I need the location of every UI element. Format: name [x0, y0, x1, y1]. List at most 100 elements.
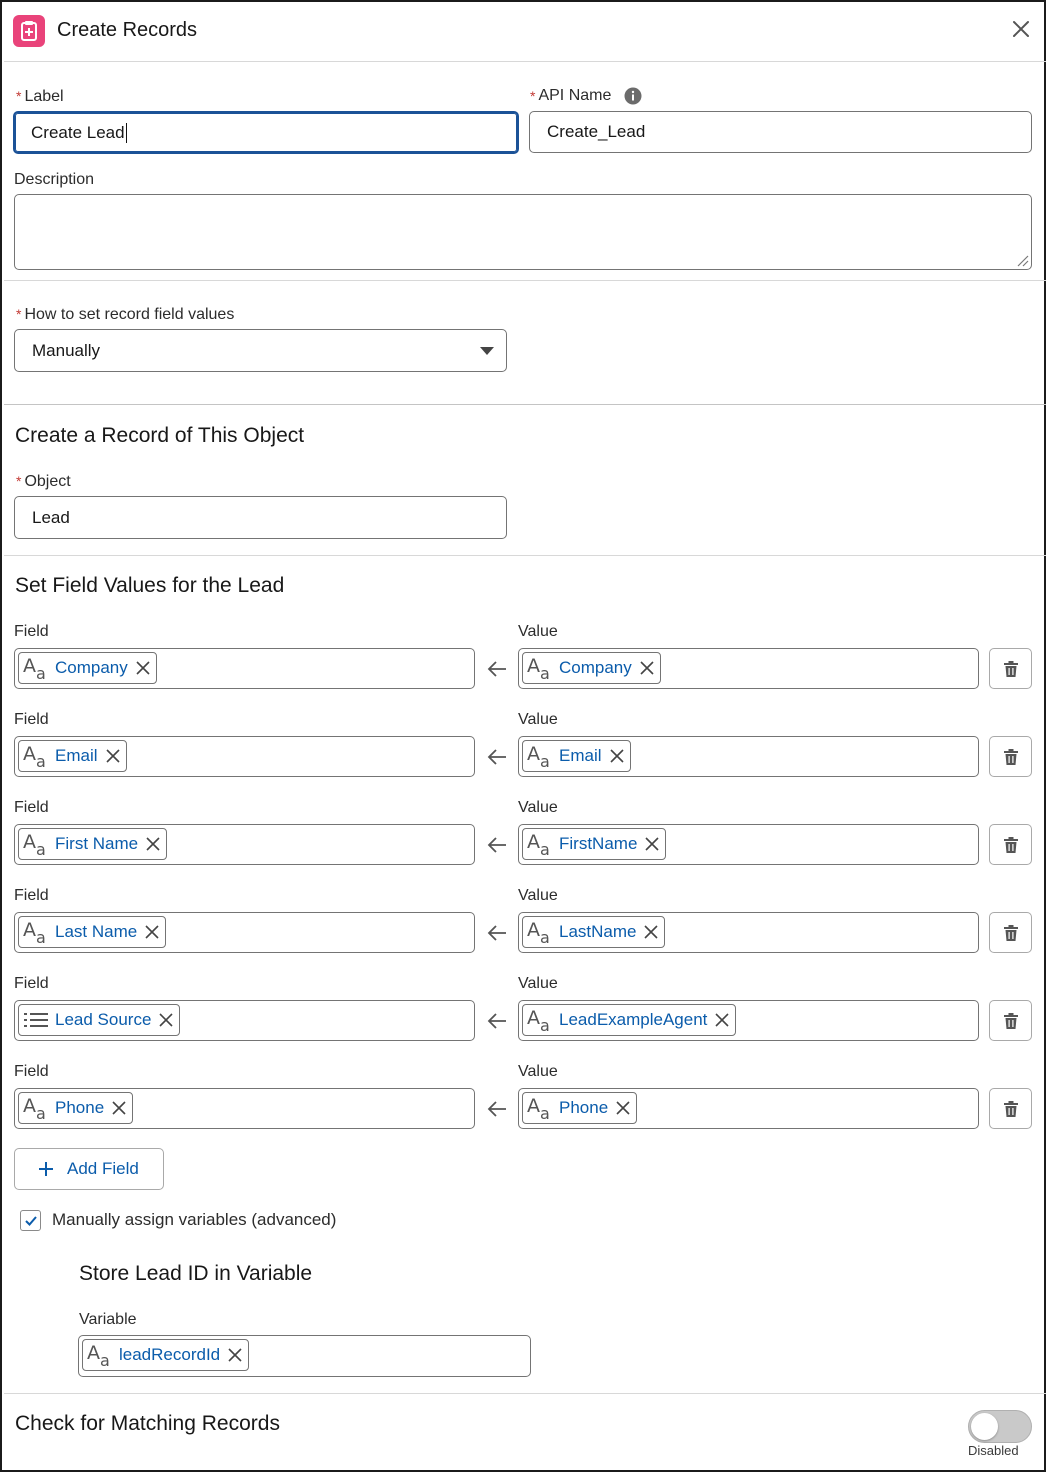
value-pill-label: FirstName [559, 834, 638, 853]
remove-icon[interactable] [145, 925, 159, 939]
value-pill-label: Phone [559, 1098, 609, 1117]
field-pill: Aa First Name [18, 828, 168, 860]
field-label: Field [14, 1063, 49, 1080]
field-input[interactable]: Aa First Name [14, 824, 475, 865]
plus-icon [39, 1162, 53, 1176]
text-type-icon: Aa [527, 1007, 550, 1034]
manual-assign-checkbox[interactable] [20, 1210, 41, 1231]
svg-text:A: A [527, 831, 540, 853]
remove-icon[interactable] [228, 1348, 242, 1362]
field-pill: Lead Source [18, 1004, 181, 1036]
text-type-icon: Aa [23, 919, 46, 946]
value-label: Value [518, 623, 558, 640]
field-input[interactable]: Lead Source [14, 1000, 475, 1041]
remove-icon[interactable] [159, 1013, 173, 1027]
label-input-value: Create Lead [31, 122, 125, 142]
remove-icon[interactable] [644, 925, 659, 939]
remove-icon[interactable] [616, 1101, 630, 1115]
how-to-set-value: Manually [32, 340, 101, 360]
value-pill-label: LeadExampleAgent [559, 1010, 708, 1029]
field-pill: Aa Last Name [18, 916, 167, 948]
delete-row-button[interactable] [989, 648, 1032, 689]
trash-icon [1003, 1012, 1018, 1029]
svg-text:A: A [87, 1342, 100, 1364]
api-name-input-value: Create_Lead [547, 122, 646, 141]
trash-icon [1003, 748, 1018, 765]
delete-row-button[interactable] [989, 736, 1032, 777]
value-label: Value [518, 887, 558, 904]
modal-title: Create Records [57, 19, 198, 41]
close-icon[interactable] [1008, 16, 1034, 42]
value-pill: Aa Email [522, 740, 631, 772]
variable-value: leadRecordId [119, 1345, 221, 1364]
delete-row-button[interactable] [989, 824, 1032, 865]
label-input[interactable]: Create Lead [13, 111, 519, 154]
how-to-set-select[interactable]: Manually [14, 329, 507, 372]
value-input[interactable]: Aa Company [518, 648, 979, 689]
value-input[interactable]: Aa Phone [518, 1088, 979, 1129]
field-input[interactable]: Aa Last Name [14, 912, 475, 953]
text-type-icon: Aa [87, 1342, 110, 1369]
resize-handle-icon[interactable] [1015, 253, 1029, 267]
arrow-left-icon [486, 922, 508, 944]
remove-icon[interactable] [640, 661, 654, 675]
field-pill-label: Last Name [55, 922, 138, 941]
arrow-left-icon [486, 746, 508, 768]
value-input[interactable]: Aa LastName [518, 912, 979, 953]
divider [4, 555, 1046, 556]
matching-toggle[interactable] [968, 1410, 1032, 1443]
api-name-field-label: * API Name [530, 86, 642, 106]
remove-icon[interactable] [645, 837, 659, 851]
toggle-knob [971, 1413, 998, 1440]
svg-text:a: a [540, 752, 550, 770]
field-input[interactable]: Aa Email [14, 736, 475, 777]
value-pill-label: LastName [559, 922, 637, 941]
delete-row-button[interactable] [989, 912, 1032, 953]
field-pill-label: Email [55, 746, 98, 765]
description-label: Description [14, 171, 95, 188]
svg-text:a: a [540, 664, 550, 682]
svg-text:A: A [527, 919, 540, 941]
remove-icon[interactable] [609, 749, 624, 763]
add-field-button[interactable]: Add Field [14, 1148, 164, 1190]
value-label: Value [518, 1063, 558, 1080]
value-label: Value [518, 799, 558, 816]
trash-icon [1003, 1100, 1018, 1117]
description-textarea[interactable] [14, 194, 1032, 270]
svg-text:A: A [23, 1095, 36, 1117]
text-type-icon: Aa [527, 1095, 550, 1122]
svg-text:A: A [527, 743, 540, 765]
delete-row-button[interactable] [989, 1088, 1032, 1129]
arrow-left-icon [486, 1098, 508, 1120]
variable-input[interactable]: Aa leadRecordId [78, 1335, 531, 1377]
text-type-icon: Aa [527, 831, 550, 858]
remove-icon[interactable] [146, 837, 160, 851]
value-label: Value [518, 711, 558, 728]
field-input[interactable]: Aa Phone [14, 1088, 475, 1129]
field-pill-label: First Name [55, 834, 139, 853]
variable-label: Variable [79, 1311, 137, 1328]
remove-icon[interactable] [715, 1013, 729, 1027]
field-input[interactable]: Aa Company [14, 648, 475, 689]
object-input[interactable]: Lead [14, 496, 507, 539]
value-input[interactable]: Aa FirstName [518, 824, 979, 865]
field-values-title: Set Field Values for the Lead [15, 574, 285, 597]
create-records-modal: Create Records * Label Create Lead * API N… [0, 0, 1046, 1472]
field-label: Field [14, 799, 49, 816]
remove-icon[interactable] [105, 749, 120, 763]
remove-icon[interactable] [136, 661, 150, 675]
svg-text:a: a [36, 1104, 46, 1122]
remove-icon[interactable] [112, 1101, 126, 1115]
value-input[interactable]: Aa Email [518, 736, 979, 777]
svg-text:a: a [540, 928, 550, 946]
field-pill-label: Phone [55, 1098, 105, 1117]
text-type-icon: Aa [23, 743, 46, 770]
value-pill: Aa Phone [522, 1092, 638, 1124]
object-section-title: Create a Record of This Object [15, 424, 305, 447]
value-input[interactable]: Aa LeadExampleAgent [518, 1000, 979, 1041]
text-type-icon: Aa [527, 743, 550, 770]
info-icon[interactable] [624, 87, 642, 105]
field-label: Field [14, 887, 49, 904]
delete-row-button[interactable] [989, 1000, 1032, 1041]
api-name-input[interactable]: Create_Lead [529, 111, 1032, 153]
